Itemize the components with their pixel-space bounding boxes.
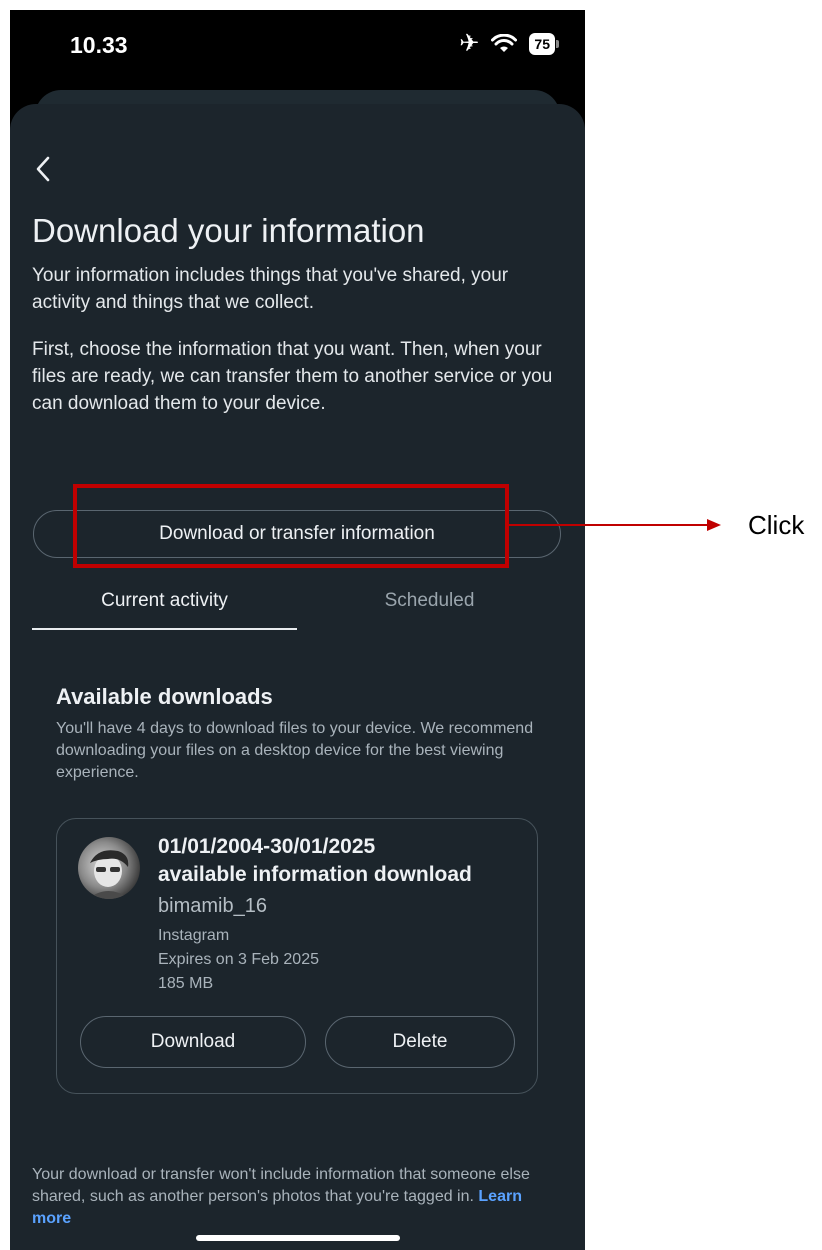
home-indicator xyxy=(196,1235,400,1241)
avatar xyxy=(78,837,140,899)
status-time: 10.33 xyxy=(70,32,128,58)
wifi-icon xyxy=(491,34,518,52)
download-button[interactable]: Download xyxy=(80,1016,306,1068)
download-date-range: 01/01/2004-30/01/2025 xyxy=(158,835,376,858)
battery-level: 75 xyxy=(529,33,555,55)
download-card: 01/01/2004-30/01/2025 available informat… xyxy=(56,818,538,1094)
download-expiry: Expires on 3 Feb 2025 xyxy=(158,951,319,968)
annotation-arrow-line xyxy=(509,524,709,526)
phone-screen: 10.33 ✈ 75 Download your information You… xyxy=(10,10,585,1250)
account-app: Instagram xyxy=(158,927,230,944)
activity-tabs: Current activity Scheduled xyxy=(32,578,562,633)
download-size: 185 MB xyxy=(158,975,214,992)
active-tab-indicator xyxy=(32,628,297,630)
intro-paragraph-1: Your information includes things that yo… xyxy=(32,265,509,313)
delete-button[interactable]: Delete xyxy=(325,1016,515,1068)
annotation-arrowhead-icon xyxy=(707,519,721,531)
airplane-mode-icon: ✈ xyxy=(459,30,480,57)
annotation-highlight-box xyxy=(73,484,509,568)
account-username: bimamib_16 xyxy=(158,895,267,917)
download-label: available information download xyxy=(158,863,472,886)
intro-paragraph-2: First, choose the information that you w… xyxy=(32,339,553,414)
annotation-label: Click xyxy=(748,510,805,540)
tab-current-activity[interactable]: Current activity xyxy=(32,590,297,612)
page-title: Download your information xyxy=(32,212,425,249)
status-icons: ✈ 75 xyxy=(459,32,559,56)
tab-scheduled[interactable]: Scheduled xyxy=(297,590,562,612)
footer-text: Your download or transfer won't include … xyxy=(32,1166,530,1205)
available-downloads-title: Available downloads xyxy=(56,684,273,709)
available-downloads-description: You'll have 4 days to download files to … xyxy=(56,720,534,781)
download-info-sheet: Download your information Your informati… xyxy=(10,104,585,1250)
intro-text: Your information includes things that yo… xyxy=(32,262,568,437)
back-arrow-icon[interactable] xyxy=(30,152,60,186)
footer-note: Your download or transfer won't include … xyxy=(32,1164,562,1230)
status-bar: 10.33 ✈ 75 xyxy=(10,10,585,90)
battery-icon: 75 xyxy=(529,33,559,55)
